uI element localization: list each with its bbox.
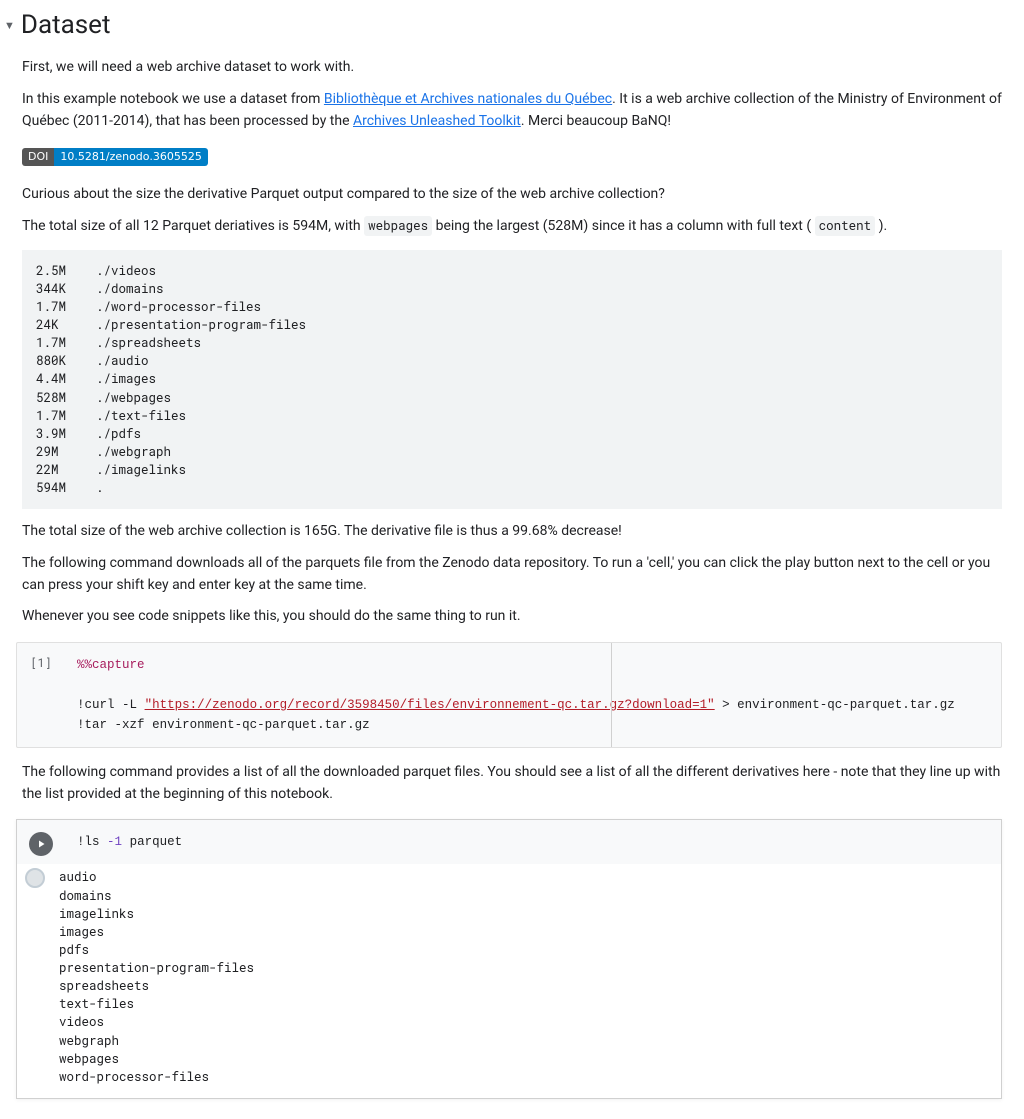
code-content[interactable]: !ls -1 parquet <box>65 820 1001 864</box>
output-cell: audio domains imagelinks images pdfs pre… <box>11 864 1001 1098</box>
code-content: content <box>815 216 876 236</box>
execution-count: [1] <box>30 655 52 671</box>
code-content[interactable]: %%capture !curl -L "https://zenodo.org/r… <box>65 643 1001 747</box>
active-cell-block: !ls -1 parquet audio domains imagelinks … <box>16 819 1002 1099</box>
play-icon <box>35 838 47 850</box>
paragraph-size-summary: The total size of all 12 Parquet deriati… <box>22 216 1002 238</box>
paragraph-intro: First, we will need a web archive datase… <box>22 57 1002 79</box>
download-url: "https://zenodo.org/record/3598450/files… <box>145 698 715 712</box>
doi-value: 10.5281/zenodo.3605525 <box>54 148 207 166</box>
cell-gutter: [1] <box>17 643 65 671</box>
output-indicator-icon <box>25 868 45 888</box>
code-webpages: webpages <box>364 216 432 236</box>
paragraph-source: In this example notebook we use a datase… <box>22 89 1002 132</box>
doi-badge[interactable]: DOI 10.5281/zenodo.3605525 <box>22 148 208 166</box>
cell-gutter <box>17 820 65 856</box>
output-content: audio domains imagelinks images pdfs pre… <box>59 864 1001 1098</box>
code-cell-ls[interactable]: !ls -1 parquet <box>17 820 1001 864</box>
paragraph-run-note: Whenever you see code snippets like this… <box>22 606 1002 628</box>
magic-command: %%capture <box>77 658 145 672</box>
text: being the largest (528M) since it has a … <box>432 218 814 234</box>
text: The total size of all 12 Parquet deriati… <box>22 218 364 234</box>
filesize-listing: 2.5M ./videos 344K ./domains 1.7M ./word… <box>22 250 1002 510</box>
link-banq[interactable]: Bibliothèque et Archives nationales du Q… <box>324 91 612 107</box>
link-aut[interactable]: Archives Unleashed Toolkit <box>353 113 521 129</box>
paragraph-size-question: Curious about the size the derivative Pa… <box>22 184 1002 206</box>
text: . Merci beaucoup BaNQ! <box>521 113 671 129</box>
run-cell-button[interactable] <box>29 832 53 856</box>
output-gutter <box>11 864 59 888</box>
doi-label: DOI <box>22 148 54 166</box>
paragraph-ls-intro: The following command provides a list of… <box>22 762 1002 805</box>
paragraph-decrease: The total size of the web archive collec… <box>22 521 1002 543</box>
cell-divider <box>611 643 612 747</box>
text: In this example notebook we use a datase… <box>22 91 324 107</box>
collapse-caret-icon[interactable]: ▼ <box>4 19 15 32</box>
text: ). <box>875 218 887 234</box>
paragraph-download-instructions: The following command downloads all of t… <box>22 553 1002 596</box>
section-header[interactable]: ▼ Dataset <box>0 0 1024 47</box>
section-title: Dataset <box>21 10 111 41</box>
code-cell-download[interactable]: [1] %%capture !curl -L "https://zenodo.o… <box>16 642 1002 748</box>
